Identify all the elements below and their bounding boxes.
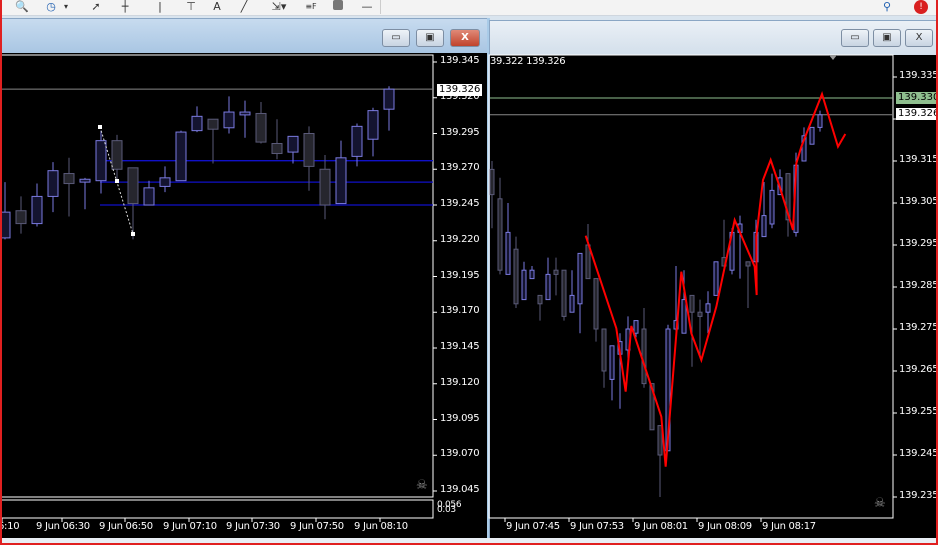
- trendline-handle: [115, 179, 119, 183]
- price-tick-label: 139.145: [440, 341, 480, 352]
- bull-candle: [31, 195, 43, 225]
- time-label: 6:10: [0, 521, 20, 532]
- bear-candle: [641, 328, 647, 385]
- bull-candle: [287, 135, 299, 153]
- trendline-handle: [98, 125, 102, 129]
- bear-candle: [63, 173, 75, 185]
- bull-candle: [713, 261, 719, 296]
- bull-candle: [817, 114, 823, 128]
- price-tick-label: 139.335: [899, 70, 938, 81]
- bear-candle: [657, 425, 663, 456]
- price-tick-label: 139.295: [899, 238, 938, 249]
- price-tick-label: 139.245: [440, 198, 480, 209]
- bull-candle: [351, 125, 363, 157]
- bear-candle: [497, 198, 503, 271]
- bear-candle: [127, 167, 139, 205]
- left-subwindow-frame: [0, 499, 434, 519]
- bear-candle: [15, 210, 27, 225]
- price-tick-label: 139.275: [899, 322, 938, 333]
- bear-candle: [319, 168, 331, 206]
- price-tick-label: 139.170: [440, 305, 480, 317]
- bear-candle: [553, 269, 559, 275]
- price-tick-label: 139.285: [899, 280, 938, 291]
- bull-candle: [143, 187, 155, 206]
- bull-candle: [705, 303, 711, 313]
- bull-candle: [633, 320, 639, 334]
- time-label: 9 Jun 06:50: [99, 521, 153, 532]
- time-label: 9 Jun 06:30: [36, 521, 90, 532]
- bear-candle: [593, 278, 599, 330]
- bull-candle: [505, 231, 511, 275]
- bull-candle: [577, 252, 583, 305]
- price-tick-label: 139.245: [899, 448, 938, 459]
- time-label: 9 Jun 07:45: [506, 521, 560, 532]
- price-tick-label: 139.120: [440, 376, 480, 388]
- bear-candle: [255, 112, 267, 143]
- bull-candle: [335, 157, 347, 205]
- bear-candle: [561, 269, 567, 317]
- price-tick-label: 139.045: [440, 484, 480, 495]
- price-tick-label: 139.095: [440, 412, 480, 424]
- bear-candle: [689, 294, 695, 313]
- subwindow-value: 0.03: [437, 505, 456, 515]
- bull-candle: [383, 88, 395, 110]
- bear-candle: [697, 311, 703, 317]
- bull-candle: [569, 294, 575, 313]
- bull-candle: [79, 178, 91, 183]
- price-tick-label: 139.305: [899, 196, 938, 207]
- time-label: 9 Jun 07:53: [570, 521, 624, 532]
- bull-candle: [175, 131, 187, 182]
- bull-candle: [47, 170, 59, 197]
- bull-candle: [609, 345, 615, 380]
- time-label: 9 Jun 07:50: [290, 521, 344, 532]
- price-tick-label: 139.070: [440, 448, 480, 460]
- bear-candle: [271, 143, 283, 155]
- bear-candle: [489, 168, 495, 196]
- bull-candle: [761, 215, 767, 238]
- price-tick-label: 139.255: [899, 406, 938, 417]
- time-label: 9 Jun 08:17: [762, 521, 816, 532]
- bear-candle: [303, 133, 315, 167]
- price-tick-label: 139.235: [899, 490, 938, 501]
- bull-candle: [159, 177, 171, 187]
- bull-candle: [95, 140, 107, 182]
- bear-candle: [207, 118, 219, 130]
- right-current-price-label: 139.326: [896, 108, 938, 120]
- bull-candle: [809, 126, 815, 145]
- trendline-handle: [131, 232, 135, 236]
- bull-candle: [529, 269, 535, 280]
- price-tick-label: 139.315: [899, 154, 938, 165]
- time-label: 9 Jun 08:09: [698, 521, 752, 532]
- ask-price-label: 139.330: [896, 92, 938, 104]
- shift-marker-icon: [829, 55, 837, 60]
- bear-candle: [513, 248, 519, 305]
- skull-icon: ☠: [416, 478, 428, 493]
- bull-candle: [367, 110, 379, 140]
- bull-candle: [521, 269, 527, 301]
- left-current-price-label: 139.326: [437, 84, 483, 96]
- price-tick-label: 139.220: [440, 233, 480, 245]
- time-label: 9 Jun 07:10: [163, 521, 217, 532]
- bull-candle: [191, 115, 203, 132]
- price-tick-label: 139.295: [440, 126, 480, 138]
- price-tick-label: 139.270: [440, 162, 480, 174]
- bid-ask-readout: 39.322 139.326: [490, 56, 566, 67]
- bull-candle: [545, 273, 551, 301]
- bull-candle: [239, 111, 251, 116]
- bull-candle: [223, 111, 235, 129]
- time-label: 9 Jun 08:01: [634, 521, 688, 532]
- bull-candle: [769, 189, 775, 225]
- price-tick-label: 139.195: [440, 269, 480, 281]
- bear-candle: [537, 294, 543, 305]
- bull-candle: [0, 211, 11, 239]
- bear-candle: [745, 261, 751, 267]
- price-tick-label: 139.265: [899, 364, 938, 375]
- bear-candle: [601, 328, 607, 372]
- bear-candle: [111, 140, 123, 170]
- skull-icon: ☠: [874, 496, 886, 511]
- price-tick-label: 139.345: [440, 55, 480, 66]
- bull-candle: [681, 299, 687, 334]
- time-label: 9 Jun 07:30: [226, 521, 280, 532]
- time-label: 9 Jun 08:10: [354, 521, 408, 532]
